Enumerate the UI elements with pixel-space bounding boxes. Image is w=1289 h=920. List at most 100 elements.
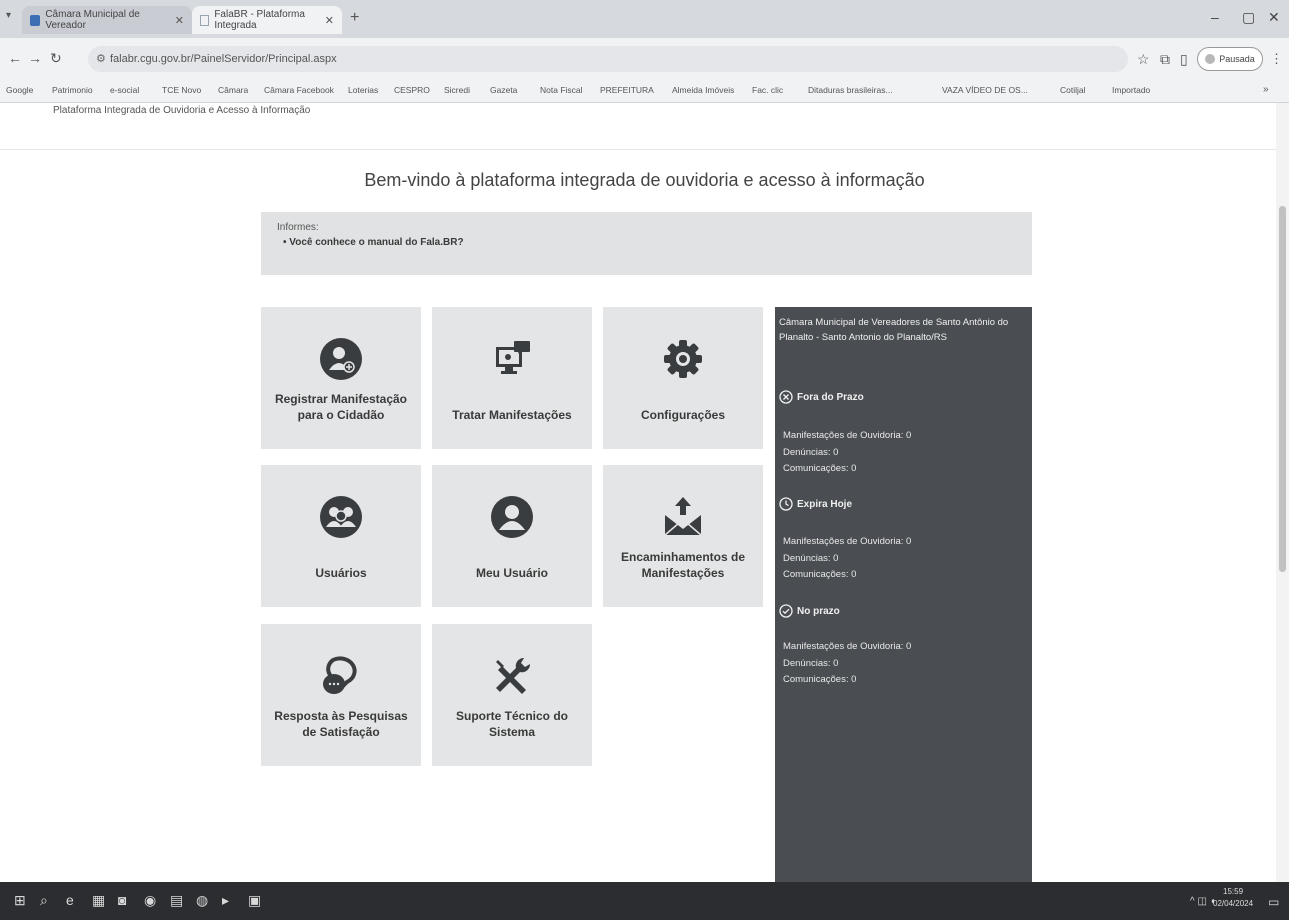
back-icon[interactable]: ← (8, 50, 22, 66)
tile-suporte-tecnico[interactable]: Suporte Técnico do Sistema (432, 624, 592, 766)
tile-usuarios[interactable]: Usuários (261, 465, 421, 607)
taskbar-clock[interactable]: 15:59 02/04/2024 (1213, 886, 1253, 910)
bookmark-item[interactable]: Google (6, 85, 33, 95)
tile-label: Registrar Manifestação para o Cidadão (274, 392, 408, 422)
search-icon[interactable]: ⌕ (40, 892, 48, 909)
add-user-icon (319, 337, 363, 381)
status-panel: Câmara Municipal de Vereadores de Santo … (775, 307, 1032, 882)
bookmark-item[interactable]: Cotiljal (1060, 85, 1086, 95)
clock-icon (779, 497, 793, 511)
count-row: Manifestações de Ouvidoria: 0 (783, 641, 912, 652)
tile-resposta-pesquisas[interactable]: Resposta às Pesquisas de Satisfação (261, 624, 421, 766)
bookmark-item[interactable]: Almeida Imóveis (672, 85, 734, 95)
extensions-icon[interactable]: ⧉ (1160, 51, 1170, 68)
clock-date: 02/04/2024 (1213, 899, 1254, 908)
chrome-icon[interactable]: ◉ (144, 892, 156, 909)
store-icon[interactable]: ◙ (118, 892, 126, 908)
org-name: Câmara Municipal de Vereadores de Santo … (779, 317, 1009, 343)
info-box: Informes: • Você conhece o manual do Fal… (261, 212, 1032, 275)
browser-menu-icon[interactable]: ⋮ (1270, 51, 1283, 67)
word-icon[interactable]: ▣ (248, 892, 261, 909)
maximize-icon[interactable]: ▢ (1242, 9, 1255, 26)
section-title: No prazo (797, 605, 840, 617)
bookmark-item[interactable]: VAZA VÍDEO DE OS... (942, 85, 1028, 95)
bookmark-item[interactable]: Loterias (348, 85, 378, 95)
bookmark-item[interactable]: Nota Fiscal (540, 85, 583, 95)
edge-icon[interactable]: e (66, 892, 74, 908)
app-icon[interactable]: ◍ (196, 892, 208, 909)
bookmark-folder[interactable]: Importado (1112, 85, 1150, 95)
section-no-prazo: No prazo (779, 604, 840, 618)
manual-link-text[interactable]: Você conhece o manual do Fala.BR? (289, 237, 463, 248)
tab-title: Câmara Municipal de Vereador (45, 9, 140, 31)
check-circle-icon (779, 604, 793, 618)
tile-label: Encaminhamentos de Manifestações (620, 550, 746, 580)
tools-icon (490, 654, 534, 698)
clock-time: 15:59 (1223, 887, 1244, 896)
browser-tab-falabr[interactable]: FalaBR - Plataforma Integrada ✕ (192, 6, 342, 34)
more-bookmarks-icon[interactable]: » (1263, 84, 1269, 95)
count-row: Denúncias: 0 (783, 553, 839, 564)
count-row: Manifestações de Ouvidoria: 0 (783, 536, 912, 547)
tile-configuracoes[interactable]: Configurações (603, 307, 763, 449)
windows-taskbar (0, 882, 1289, 920)
sidebar-icon[interactable]: ▯ (1180, 51, 1188, 68)
task-view-icon[interactable]: ▦ (92, 892, 105, 909)
tab-search-icon[interactable]: ▾ (6, 10, 11, 21)
bookmark-item[interactable]: Gazeta (490, 85, 517, 95)
new-tab-icon[interactable]: + (350, 9, 359, 27)
count-row: Manifestações de Ouvidoria: 0 (783, 430, 912, 441)
bookmark-star-icon[interactable]: ☆ (1137, 51, 1150, 68)
bookmark-item[interactable]: Ditaduras brasileiras... (808, 85, 893, 95)
profile-label: Pausada (1219, 54, 1255, 64)
manual-link[interactable]: • Você conhece o manual do Fala.BR? (277, 237, 1016, 248)
tile-label: Meu Usuário (475, 566, 548, 580)
camara-favicon-icon (30, 14, 41, 26)
count-row: Comunicações: 0 (783, 569, 857, 580)
tile-label: Resposta às Pesquisas de Satisfação (274, 709, 408, 739)
tile-meu-usuario[interactable]: Meu Usuário (432, 465, 592, 607)
count-row: Comunicações: 0 (783, 463, 857, 474)
address-bar[interactable]: ⚙ falabr.cgu.gov.br/PainelServidor/Princ… (88, 46, 1128, 72)
bookmark-item[interactable]: Câmara Facebook (264, 85, 334, 95)
bookmark-item[interactable]: e-social (110, 85, 139, 95)
url-text: falabr.cgu.gov.br/PainelServidor/Princip… (110, 53, 337, 65)
tile-encaminhamentos[interactable]: Encaminhamentos de Manifestações (603, 465, 763, 607)
close-tab-icon[interactable]: ✕ (325, 14, 334, 27)
reload-icon[interactable]: ↻ (50, 50, 62, 67)
tab-title: FalaBR - Plataforma Integrada (214, 9, 305, 31)
tile-registrar-manifestacao[interactable]: Registrar Manifestação para o Cidadão (261, 307, 421, 449)
bookmark-item[interactable]: CESPRO (394, 85, 430, 95)
system-tray-icon[interactable]: ^ ◫ ◖ (1190, 896, 1216, 907)
close-window-icon[interactable]: ✕ (1268, 9, 1280, 26)
tile-tratar-manifestacoes[interactable]: Tratar Manifestações (432, 307, 592, 449)
scrollbar-thumb[interactable] (1279, 206, 1286, 572)
profile-button[interactable]: Pausada (1197, 47, 1263, 71)
page-subtitle: Plataforma Integrada de Ouvidoria e Aces… (53, 105, 311, 116)
bookmark-item[interactable]: Câmara (218, 85, 248, 95)
section-title: Fora do Prazo (797, 391, 864, 403)
count-row: Denúncias: 0 (783, 447, 839, 458)
x-circle-icon (779, 390, 793, 404)
mail-forward-icon (661, 495, 705, 539)
bookmark-item[interactable]: Patrimonio (52, 85, 93, 95)
welcome-title: Bem-vindo à plataforma integrada de ouvi… (364, 170, 925, 190)
bookmark-item[interactable]: PREFEITURA (600, 85, 654, 95)
falabr-favicon-icon (200, 14, 210, 26)
minimize-icon[interactable]: – (1211, 9, 1219, 25)
section-expira-hoje: Expira Hoje (779, 497, 852, 511)
section-fora-do-prazo: Fora do Prazo (779, 390, 864, 404)
notifications-icon[interactable]: ▭ (1268, 895, 1279, 909)
forward-icon[interactable]: → (28, 50, 42, 66)
close-tab-icon[interactable]: ✕ (175, 14, 184, 27)
section-title: Expira Hoje (797, 498, 853, 510)
tile-label: Usuários (315, 566, 367, 580)
site-info-icon[interactable]: ⚙ (96, 52, 106, 65)
bookmark-item[interactable]: TCE Novo (162, 85, 201, 95)
browser-tab-camara[interactable]: Câmara Municipal de Vereador ✕ (22, 6, 192, 34)
files-icon[interactable]: ▤ (170, 892, 183, 909)
bookmark-item[interactable]: Fac. clic (752, 85, 783, 95)
bookmark-item[interactable]: Sicredi (444, 85, 470, 95)
windows-start-icon[interactable]: ⊞ (14, 892, 26, 909)
media-icon[interactable]: ▸ (222, 892, 229, 909)
